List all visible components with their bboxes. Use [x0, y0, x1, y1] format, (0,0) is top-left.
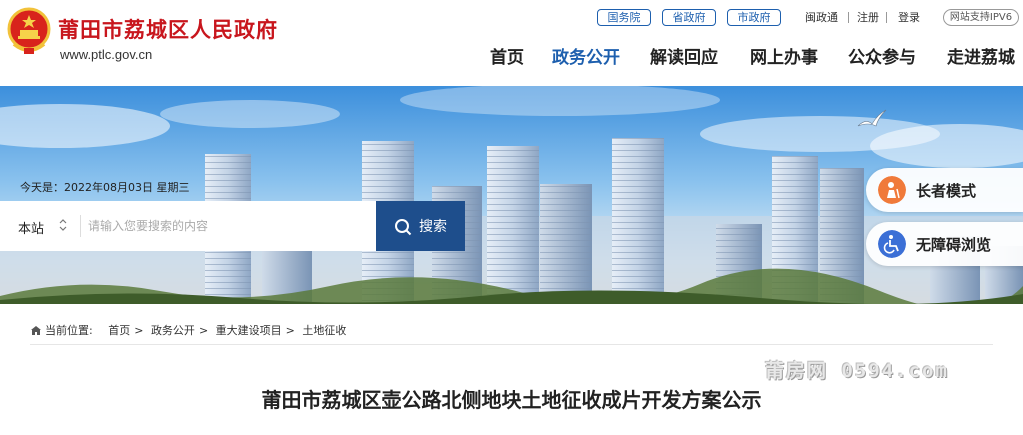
link-state-council[interactable]: 国务院 [597, 9, 651, 26]
search-field-container: 本站 [0, 201, 376, 251]
register-link[interactable]: 注册 [857, 10, 879, 25]
search-button[interactable]: 搜索 [376, 201, 465, 251]
main-nav: 首页 政务公开 解读回应 网上办事 公众参与 走进荔城 [0, 44, 1023, 74]
breadcrumb-sep: > [198, 324, 209, 337]
search-scope-select[interactable]: 本站 [18, 218, 44, 237]
wheelchair-icon [878, 230, 906, 258]
search-button-label: 搜索 [419, 219, 447, 235]
top-links: 国务院 省政府 市政府 闽政通 注册 登录 网站支持IPV6 [0, 9, 1023, 27]
nav-home[interactable]: 首页 [490, 44, 524, 72]
link-minzhengtong[interactable]: 闽政通 [805, 10, 838, 25]
accessible-browse-label: 无障碍浏览 [916, 236, 992, 254]
elder-mode-label: 长者模式 [916, 182, 977, 200]
breadcrumb-gov-affairs[interactable]: 政务公开 [151, 324, 195, 337]
nav-interpretation[interactable]: 解读回应 [650, 44, 718, 72]
updown-arrow-icon[interactable] [58, 216, 68, 234]
accessible-browse-button[interactable]: 无障碍浏览 [866, 222, 1023, 266]
breadcrumb-home[interactable]: 首页 [108, 324, 130, 337]
elder-mode-button[interactable]: 长者模式 [866, 168, 1023, 212]
divider [848, 12, 849, 23]
current-date: 今天是：2022年08月03日 星期三 [20, 181, 190, 194]
nav-gov-affairs[interactable]: 政务公开 [552, 44, 620, 72]
login-link[interactable]: 登录 [898, 10, 920, 25]
search-bar: 本站 搜索 [0, 201, 465, 251]
nav-public-participation[interactable]: 公众参与 [848, 44, 916, 72]
search-icon [395, 219, 412, 236]
breadcrumb-sep: > [285, 324, 295, 337]
nav-online-services[interactable]: 网上办事 [750, 44, 818, 72]
ipv6-badge: 网站支持IPV6 [943, 9, 1019, 26]
breadcrumb-land-acquisition[interactable]: 土地征收 [302, 324, 346, 337]
site-header: 莆田市荔城区人民政府 www.ptlc.gov.cn 国务院 省政府 市政府 闽… [0, 0, 1023, 86]
link-city-gov[interactable]: 市政府 [727, 9, 781, 26]
elder-person-icon [878, 176, 906, 204]
home-icon [31, 326, 41, 335]
breadcrumb-major-projects[interactable]: 重大建设项目 [216, 324, 282, 337]
breadcrumb-label: 当前位置: [45, 324, 93, 337]
article-title: 莆田市荔城区壶公路北侧地块土地征收成片开发方案公示 [261, 388, 762, 412]
breadcrumb: 当前位置: 首页 > 政务公开 > 重大建设项目 > 土地征收 [30, 322, 350, 338]
divider [886, 12, 887, 23]
watermark: 莆房网 0594.com [765, 360, 949, 382]
divider [80, 215, 81, 237]
breadcrumb-sep: > [134, 324, 144, 337]
search-input[interactable] [88, 214, 368, 238]
nav-about-licheng[interactable]: 走进荔城 [947, 44, 1015, 72]
link-province-gov[interactable]: 省政府 [662, 9, 716, 26]
divider [30, 344, 993, 345]
